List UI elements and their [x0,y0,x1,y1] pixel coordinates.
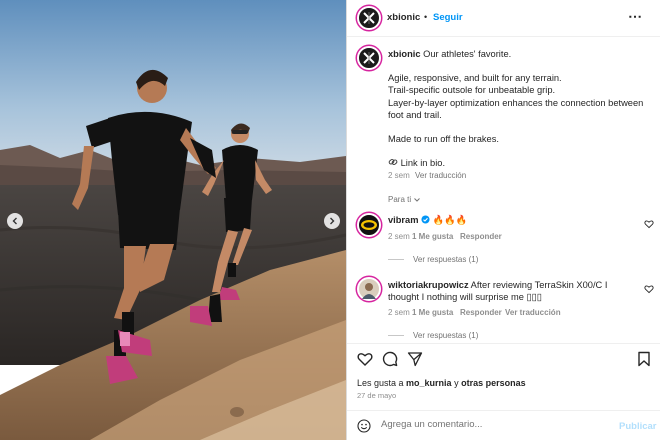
header-separator: • [424,12,428,22]
comment-wiktoria: wiktoriakrupowicz After reviewing TerraS… [388,279,636,303]
next-photo-button[interactable] [324,213,340,229]
likes-summary: Les gusta a mo_kurnia y otras personas [357,378,526,388]
xbionic-logo-icon [363,12,375,24]
link-icon [388,159,398,166]
follow-button[interactable]: Seguir [433,12,463,23]
post-date[interactable]: 27 de mayo [357,391,396,400]
bookmark-icon[interactable] [636,351,652,367]
publish-button[interactable]: Publicar [619,421,657,432]
caption-link-text[interactable]: Link in bio. [401,158,445,168]
post-header: xbionic • Seguir ⋯ [347,0,660,37]
comment-reply-button[interactable]: Responder [460,232,502,241]
likes-prefix: Les gusta a [357,378,407,388]
comment-username[interactable]: vibram [388,215,419,225]
post-photo [0,0,346,440]
likes-others[interactable]: otras personas [461,378,526,388]
caption-line: Agile, responsive, and built for any ter… [388,73,562,84]
caption-avatar[interactable] [357,46,381,70]
comment-time: 2 sem [388,308,410,317]
caption-username[interactable]: xbionic [388,49,421,59]
actions-divider [347,343,660,344]
post-caption: xbionic Our athletes' favorite. Agile, r… [388,48,650,169]
comment-time: 2 sem [388,232,410,241]
comment-text: 🔥🔥🔥 [432,215,468,225]
xbionic-logo-icon [363,52,375,64]
comment-icon[interactable] [382,351,398,367]
caption-line: Trail-specific outsole for unbeatable gr… [388,85,556,96]
likes-user[interactable]: mo_kurnia [406,378,452,388]
comment-reply-button[interactable]: Responder [460,308,502,317]
caption-line: Made to run off the brakes. [388,134,499,145]
more-options-button[interactable]: ⋯ [628,8,642,25]
caption-time: 2 sem [388,171,410,180]
xbionic-avatar[interactable] [357,6,381,30]
heart-icon[interactable] [644,219,654,229]
like-heart-icon[interactable] [357,351,373,367]
share-icon[interactable] [407,351,423,367]
heart-icon[interactable] [644,284,654,294]
verified-icon [421,215,430,224]
chevron-right-icon [330,217,335,225]
replies-divider [388,259,404,260]
header-username[interactable]: xbionic [387,12,420,23]
likes-mid: y [451,378,462,388]
view-replies-button[interactable]: Ver respuestas (1) [413,255,478,264]
comment-input[interactable] [381,419,601,430]
comment-likes[interactable]: 1 Me gusta [412,232,453,241]
para-ti-label[interactable]: Para ti [388,195,411,204]
chevron-left-icon [12,217,17,225]
caption-see-translation[interactable]: Ver traducción [415,171,466,180]
chevron-down-icon [414,198,420,202]
person-photo-icon [362,283,376,299]
post-modal: xbionic • Seguir ⋯ xbionic Our athletes'… [0,0,660,440]
vibram-logo-icon [361,220,377,230]
emoji-icon[interactable] [357,419,371,433]
view-replies-button[interactable]: Ver respuestas (1) [413,331,478,340]
trail-running-photo [0,0,346,440]
replies-divider [388,335,404,336]
comment-vibram: vibram 🔥🔥🔥 [388,214,636,226]
caption-title: Our athletes' favorite. [420,49,512,59]
comment-username[interactable]: wiktoriakrupowicz [388,280,469,290]
caption-line: Layer-by-layer optimization enhances the… [388,97,644,120]
post-side-panel: xbionic • Seguir ⋯ xbionic Our athletes'… [346,0,660,440]
add-comment-bar: Publicar [347,410,660,440]
previous-photo-button[interactable] [7,213,23,229]
comment-see-translation[interactable]: Ver traducción [505,308,561,317]
comment-likes[interactable]: 1 Me gusta [412,308,453,317]
vibram-avatar[interactable] [357,213,381,237]
wiktoria-avatar[interactable] [357,277,381,301]
